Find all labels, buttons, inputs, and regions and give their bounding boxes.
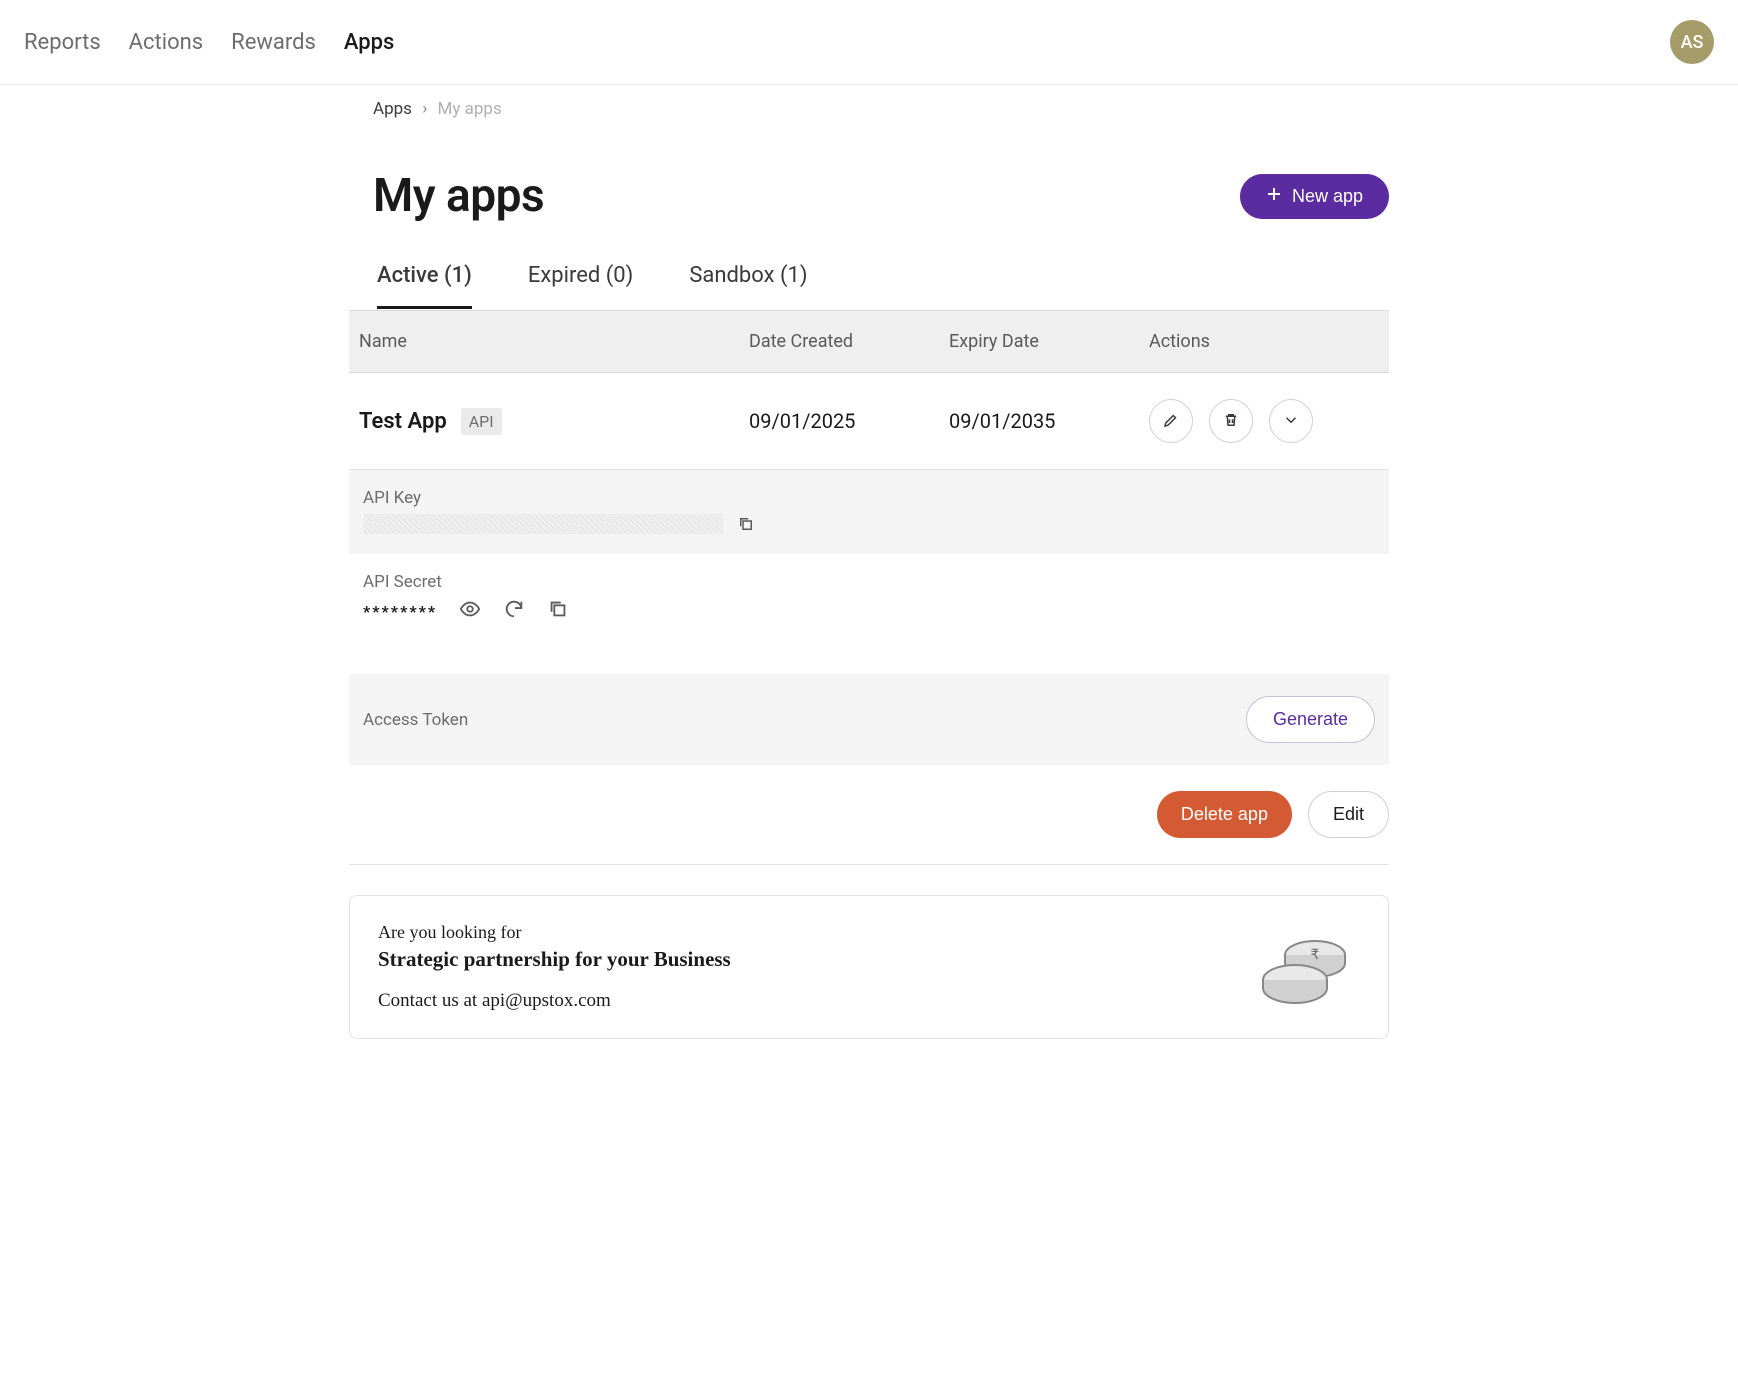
tabs: Active (1) Expired (0) Sandbox (1) [349, 263, 1389, 310]
svg-text:₹: ₹ [1311, 946, 1320, 962]
page-header: My apps New app [349, 129, 1389, 263]
edit-app-button[interactable]: Edit [1308, 791, 1389, 838]
access-token-label: Access Token [363, 710, 468, 730]
trash-icon [1222, 411, 1240, 432]
page-title: My apps [373, 169, 544, 223]
nav-actions[interactable]: Actions [129, 30, 203, 55]
reveal-secret-button[interactable] [459, 598, 481, 624]
promo-text: Are you looking for Strategic partnershi… [378, 922, 731, 1012]
chevron-down-icon [1282, 411, 1300, 432]
breadcrumb-sep: › [422, 99, 427, 119]
tab-active[interactable]: Active (1) [377, 263, 472, 309]
date-created: 09/01/2025 [749, 409, 949, 433]
plus-icon [1266, 186, 1282, 207]
table-row: Test App API 09/01/2025 09/01/2035 [349, 373, 1389, 470]
promo-line1: Are you looking for [378, 922, 731, 943]
regenerate-secret-button[interactable] [503, 598, 525, 624]
new-app-button[interactable]: New app [1240, 174, 1389, 219]
access-token-section: Access Token Generate [349, 674, 1389, 765]
copy-api-key-button[interactable] [737, 515, 755, 533]
api-badge: API [461, 408, 502, 435]
delete-row-button[interactable] [1209, 399, 1253, 443]
nav-links: Reports Actions Rewards Apps [24, 30, 394, 55]
expand-row-button[interactable] [1269, 399, 1313, 443]
footer-actions: Delete app Edit [349, 765, 1389, 865]
expiry-date: 09/01/2035 [949, 409, 1149, 433]
refresh-icon [503, 598, 525, 624]
api-secret-value: ******** [363, 602, 437, 621]
api-secret-section: API Secret ******** [349, 554, 1389, 644]
app-name-cell: Test App API [359, 408, 749, 435]
delete-app-button[interactable]: Delete app [1157, 791, 1292, 838]
eye-icon [459, 598, 481, 624]
api-key-section: API Key [349, 470, 1389, 554]
api-secret-label: API Secret [363, 572, 1375, 592]
edit-row-button[interactable] [1149, 399, 1193, 443]
col-actions: Actions [1149, 331, 1379, 352]
promo-line3: Contact us at api@upstox.com [378, 990, 731, 1012]
breadcrumb-parent[interactable]: Apps [373, 99, 412, 119]
col-created: Date Created [749, 331, 949, 352]
breadcrumb: Apps › My apps [349, 85, 1389, 129]
col-expiry: Expiry Date [949, 331, 1149, 352]
table-header: Name Date Created Expiry Date Actions [349, 310, 1389, 373]
top-nav: Reports Actions Rewards Apps AS [0, 0, 1738, 85]
tab-expired[interactable]: Expired (0) [528, 263, 633, 309]
new-app-label: New app [1292, 186, 1363, 207]
breadcrumb-current: My apps [438, 99, 502, 119]
coins-icon: ₹ [1240, 925, 1360, 1010]
api-key-label: API Key [363, 488, 1375, 508]
app-name: Test App [359, 409, 447, 434]
copy-icon [547, 598, 569, 624]
row-actions [1149, 399, 1379, 443]
generate-token-button[interactable]: Generate [1246, 696, 1375, 743]
promo-card: Are you looking for Strategic partnershi… [349, 895, 1389, 1039]
nav-reports[interactable]: Reports [24, 30, 101, 55]
avatar[interactable]: AS [1670, 20, 1714, 64]
col-name: Name [359, 331, 749, 352]
nav-rewards[interactable]: Rewards [231, 30, 316, 55]
pencil-icon [1162, 411, 1180, 432]
nav-apps[interactable]: Apps [344, 30, 394, 55]
copy-secret-button[interactable] [547, 598, 569, 624]
promo-line2: Strategic partnership for your Business [378, 947, 731, 972]
tab-sandbox[interactable]: Sandbox (1) [689, 263, 807, 309]
api-key-value [363, 514, 723, 534]
